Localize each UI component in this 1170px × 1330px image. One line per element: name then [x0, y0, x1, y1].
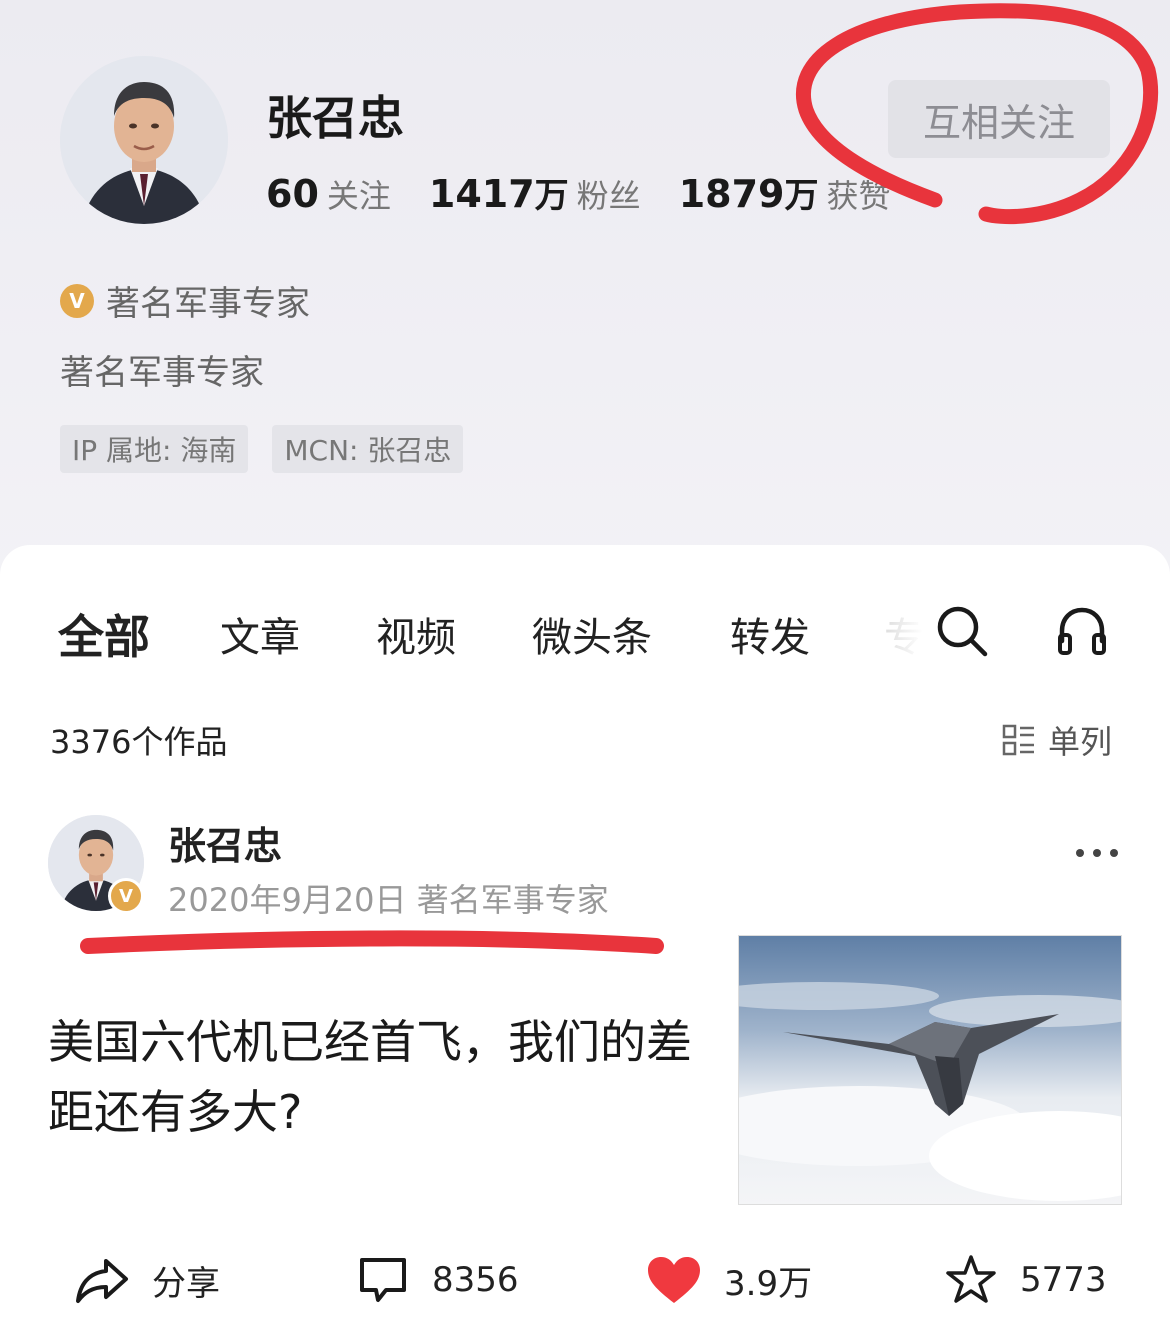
tab-reposts[interactable]: 转发	[730, 605, 810, 663]
tab-fade-mask	[860, 595, 930, 675]
comment-button[interactable]: 8356	[356, 1245, 519, 1315]
search-button[interactable]	[934, 603, 990, 659]
comment-count: 8356	[432, 1260, 519, 1300]
stat-number: 1879	[678, 172, 785, 216]
verified-badge-icon: V	[108, 878, 144, 914]
stat-label: 粉丝	[576, 177, 641, 215]
post-actions: 分享 8356 3.9万 5773	[0, 1245, 1170, 1315]
fighter-jet-image	[739, 936, 1121, 1204]
tab-videos[interactable]: 视频	[376, 605, 456, 663]
content-tabs: 全部 文章 视频 微头条 转发 专	[0, 545, 1170, 715]
star-outline-icon	[946, 1255, 996, 1303]
mutual-follow-button[interactable]: 互相关注	[888, 80, 1110, 158]
post-title[interactable]: 美国六代机已经首飞，我们的差距还有多大?	[48, 1007, 718, 1147]
stat-label: 获赞	[826, 177, 891, 215]
comment-icon	[360, 1258, 406, 1302]
profile-avatar[interactable]	[60, 56, 228, 224]
like-count: 3.9万	[724, 1263, 813, 1304]
stat-likes[interactable]: 1879 万 获赞	[679, 168, 891, 217]
stat-unit: 万	[534, 176, 569, 216]
profile-stats: 60 关注 1417 万 粉丝 1879 万 获赞	[266, 168, 928, 217]
ip-location-tag: IP 属地: 海南	[60, 425, 249, 473]
post-thumbnail[interactable]	[738, 935, 1122, 1205]
content-card: 全部 文章 视频 微头条 转发 专 3376个作品	[0, 545, 1170, 1330]
profile-bio: 著名军事专家	[60, 353, 264, 393]
profile-tags: IP 属地: 海南 MCN: 张召忠	[60, 425, 487, 473]
verified-badge-icon: V	[60, 283, 94, 318]
works-count: 3376个作品	[50, 723, 228, 761]
headphones-icon	[1058, 607, 1106, 655]
more-options-button[interactable]	[1072, 841, 1122, 865]
stat-fans[interactable]: 1417 万 粉丝	[429, 168, 641, 217]
tab-micro-posts[interactable]: 微头条	[532, 605, 652, 663]
stat-label: 关注	[326, 177, 391, 215]
list-layout-icon	[1002, 724, 1034, 756]
layout-toggle[interactable]: 单列	[1002, 717, 1112, 763]
stat-unit: 万	[784, 176, 819, 216]
share-button[interactable]: 分享	[74, 1245, 220, 1315]
stat-number: 1417	[428, 172, 535, 216]
share-label: 分享	[152, 1263, 220, 1304]
favorite-count: 5773	[1020, 1260, 1107, 1300]
mcn-tag[interactable]: MCN: 张召忠	[272, 425, 464, 473]
favorite-button[interactable]: 5773	[944, 1245, 1107, 1315]
verification-row: V 著名军事专家	[60, 276, 310, 325]
layout-label: 单列	[1048, 723, 1113, 761]
verification-text: 著名军事专家	[106, 284, 310, 324]
profile-name: 张召忠	[266, 91, 404, 145]
more-dots-icon	[1076, 849, 1118, 857]
post-author-name[interactable]: 张召忠	[168, 815, 282, 870]
search-icon	[937, 606, 988, 657]
stat-following[interactable]: 60 关注	[266, 171, 391, 217]
share-icon	[76, 1259, 128, 1303]
like-button[interactable]: 3.9万	[646, 1245, 812, 1315]
heart-filled-icon	[648, 1257, 700, 1303]
post-meta: 2020年9月20日 著名军事专家	[168, 881, 609, 919]
person-portrait-icon	[60, 56, 228, 224]
listen-button[interactable]	[1054, 603, 1110, 659]
stat-number: 60	[266, 172, 319, 216]
tab-articles[interactable]: 文章	[220, 605, 300, 663]
tab-all[interactable]: 全部	[58, 601, 150, 667]
